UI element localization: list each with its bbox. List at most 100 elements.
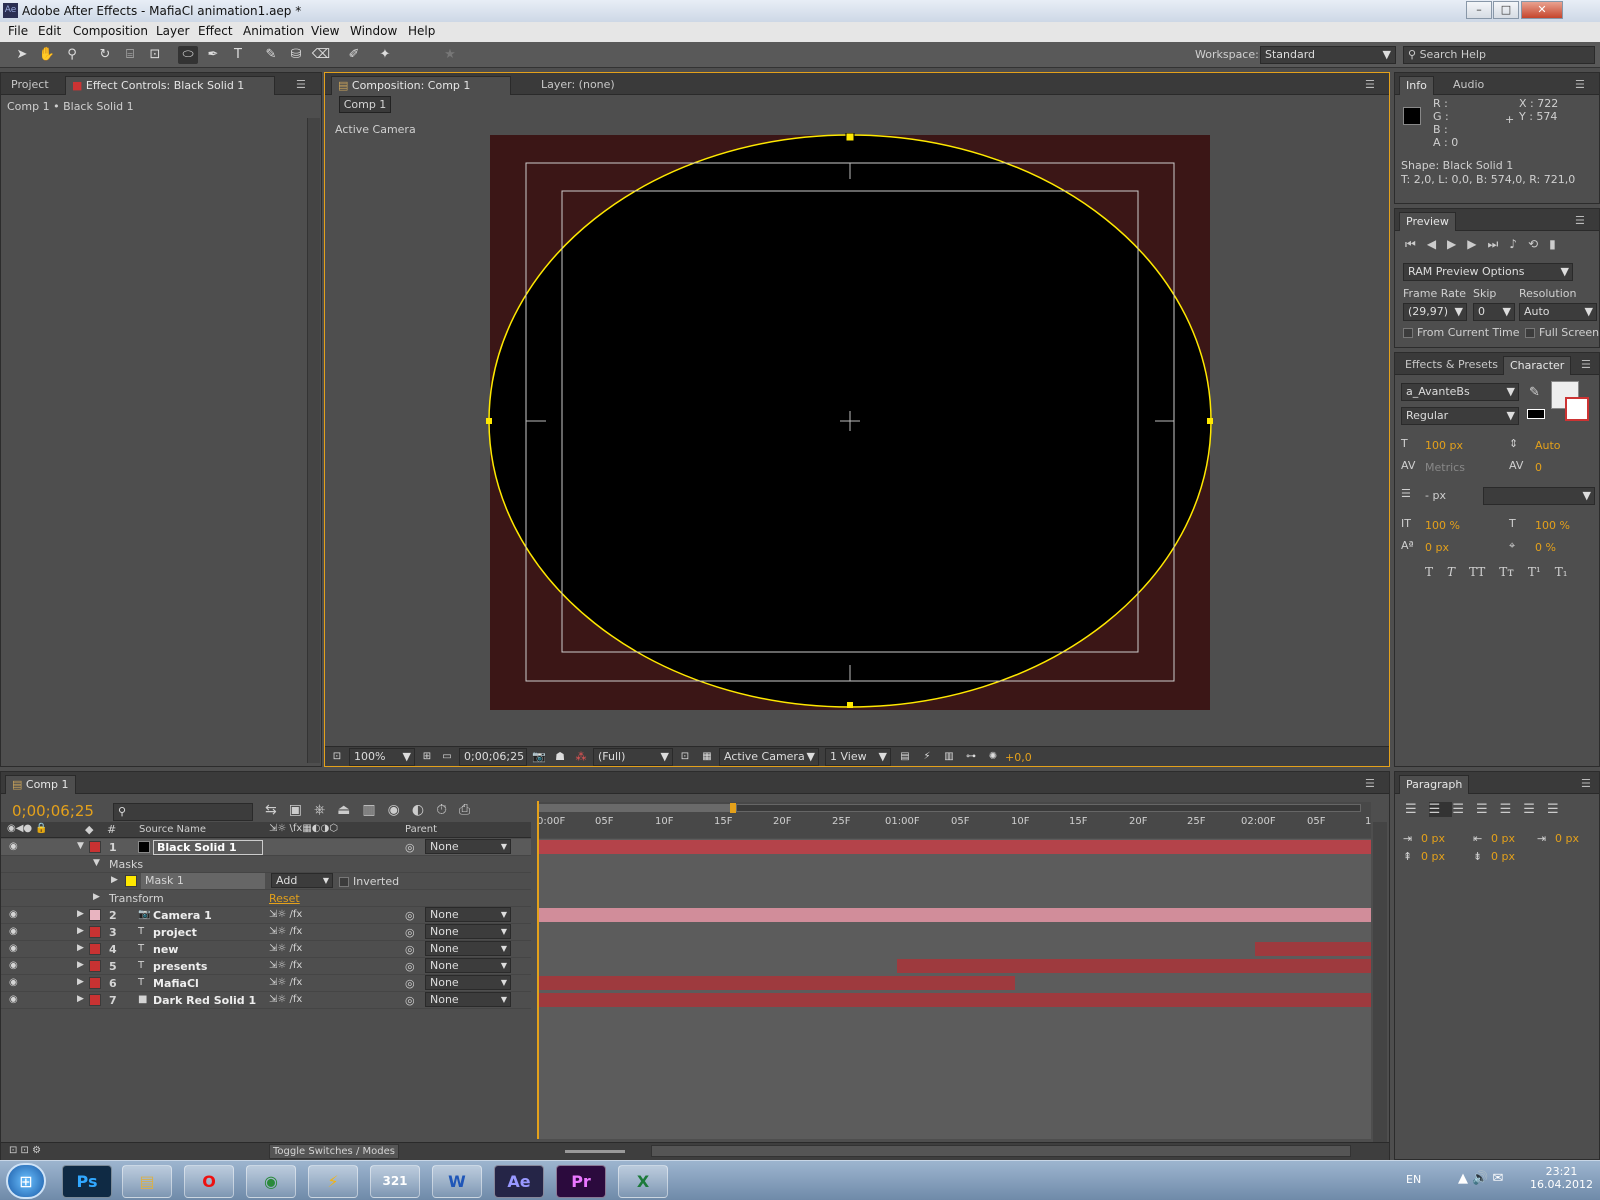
layer-search-input[interactable]: ⚲ <box>113 803 253 821</box>
font-family-select[interactable]: a_AvanteBs ▼ <box>1401 383 1519 401</box>
channel-icon[interactable]: ⁂ <box>571 748 591 766</box>
layer-row-2[interactable]: ◉ ▶ 2 📷 Camera 1 ⇲☼ /fx ◎ None ▼ <box>1 907 531 924</box>
eye-icon[interactable]: ◉ <box>9 841 18 852</box>
view-layout-select[interactable]: 1 View ▼ <box>825 748 891 766</box>
checkbox[interactable] <box>339 877 349 887</box>
type-tool-icon[interactable]: T <box>228 46 248 64</box>
horizontal-scale-value[interactable]: 100 % <box>1535 519 1570 532</box>
ellipse-tool-icon[interactable]: ⬭ <box>178 46 198 64</box>
zoom-tool-icon[interactable]: ⚲ <box>62 46 82 64</box>
roto-brush-tool-icon[interactable]: ✐ <box>344 46 364 64</box>
brush-tool-icon[interactable]: ✎ <box>261 46 281 64</box>
transparency-grid-icon[interactable]: ▦ <box>697 748 717 766</box>
maximize-button[interactable]: □ <box>1493 1 1519 19</box>
mask-color-swatch[interactable] <box>125 875 137 887</box>
twirl-right-icon[interactable]: ▶ <box>77 943 84 953</box>
layer-bar-5[interactable] <box>897 959 1371 973</box>
tsume-value[interactable]: 0 % <box>1535 541 1556 554</box>
start-button-icon[interactable]: ⊞ <box>6 1163 46 1199</box>
region-of-interest-icon[interactable]: ⊡ <box>675 748 695 766</box>
layer-switches[interactable]: ⇲☼ /fx <box>269 926 302 937</box>
indent-right-value[interactable]: 0 px <box>1491 832 1515 845</box>
mask-row[interactable]: ▶ Mask 1 Add ▼ Inverted <box>1 873 531 890</box>
label-color[interactable] <box>89 909 101 921</box>
subscript-button[interactable]: T₁ <box>1555 565 1568 579</box>
after-effects-taskbar-icon[interactable]: Ae <box>494 1165 544 1198</box>
twirl-right-icon[interactable]: ▶ <box>77 926 84 936</box>
eye-icon[interactable]: ◉ <box>9 909 18 920</box>
parent-select[interactable]: None ▼ <box>425 975 511 990</box>
twirl-right-icon[interactable]: ▶ <box>77 977 84 987</box>
last-frame-icon[interactable]: ⏭ <box>1488 237 1510 251</box>
layer-bar-2[interactable] <box>539 908 1371 922</box>
eye-icon[interactable]: ◉ <box>9 943 18 954</box>
layer-name[interactable]: Dark Red Solid 1 <box>153 994 256 1007</box>
layer-name[interactable]: Black Solid 1 <box>153 840 263 855</box>
menu-edit[interactable]: Edit <box>38 24 61 38</box>
mask-vertex[interactable] <box>847 702 853 708</box>
language-indicator[interactable]: EN <box>1406 1173 1421 1186</box>
frame-blending-icon[interactable]: ⏏ <box>337 802 362 818</box>
time-ruler[interactable]: 0:00F 05F 10F 15F 20F 25F 01:00F 05F 10F… <box>537 802 1371 838</box>
excel-taskbar-icon[interactable]: X <box>618 1165 668 1198</box>
frame-rate-select[interactable]: (29,97) ▼ <box>1403 303 1467 321</box>
twirl-right-icon[interactable]: ▶ <box>111 875 118 885</box>
audio-icon[interactable]: ♪ <box>1509 237 1528 251</box>
twirl-right-icon[interactable]: ▶ <box>77 960 84 970</box>
toggle-pixel-aspect-icon[interactable]: ▤ <box>895 748 915 766</box>
parent-pickwhip-icon[interactable]: ◎ <box>405 926 415 939</box>
next-frame-icon[interactable]: ▶ <box>1467 237 1487 251</box>
parent-select[interactable]: None ▼ <box>425 839 511 854</box>
mask-vertex[interactable] <box>1207 418 1213 424</box>
prev-frame-icon[interactable]: ◀ <box>1427 237 1447 251</box>
tracking-value[interactable]: 0 <box>1535 461 1542 474</box>
comp-mini-flowchart-icon[interactable]: ⇆ <box>265 802 289 818</box>
parent-pickwhip-icon[interactable]: ◎ <box>405 977 415 990</box>
ram-preview-options-select[interactable]: RAM Preview Options ▼ <box>1403 263 1573 281</box>
font-size-value[interactable]: 100 px <box>1425 439 1463 452</box>
label-color[interactable] <box>89 841 101 853</box>
full-screen-checkbox[interactable]: Full Screen <box>1525 326 1599 339</box>
kerning-value[interactable]: Metrics <box>1425 461 1465 474</box>
align-center-icon[interactable]: ☰ <box>1428 802 1453 817</box>
layer-name[interactable]: project <box>153 926 197 939</box>
all-caps-button[interactable]: TT <box>1469 565 1485 579</box>
eye-icon[interactable]: ◉ <box>9 977 18 988</box>
layer-row-7[interactable]: ◉ ▶ 7 ■ Dark Red Solid 1 ⇲☼ /fx ◎ None ▼ <box>1 992 531 1009</box>
snapshot-icon[interactable]: 📷 <box>529 748 549 766</box>
minimize-button[interactable]: – <box>1466 1 1492 19</box>
menu-layer[interactable]: Layer <box>156 24 189 38</box>
premiere-taskbar-icon[interactable]: Pr <box>556 1165 606 1198</box>
justify-last-right-icon[interactable]: ☰ <box>1523 802 1547 817</box>
label-color[interactable] <box>89 960 101 972</box>
faux-italic-button[interactable]: T <box>1447 565 1455 579</box>
twirl-down-icon[interactable]: ▼ <box>93 858 100 868</box>
layer-switches[interactable]: ⇲☼ /fx <box>269 977 302 988</box>
parent-select[interactable]: None ▼ <box>425 941 511 956</box>
parent-pickwhip-icon[interactable]: ◎ <box>405 841 415 854</box>
tab-info[interactable]: Info <box>1399 76 1434 95</box>
twirl-right-icon[interactable]: ▶ <box>93 892 100 902</box>
panel-menu-icon[interactable]: ☰ <box>1575 214 1585 227</box>
from-current-time-checkbox[interactable]: From Current Time <box>1403 326 1519 339</box>
parent-pickwhip-icon[interactable]: ◎ <box>405 994 415 1007</box>
current-time-field[interactable]: 0;00;06;25 <box>459 748 527 766</box>
menu-animation[interactable]: Animation <box>243 24 304 38</box>
photoshop-taskbar-icon[interactable]: Ps <box>62 1165 112 1198</box>
stroke-width-value[interactable]: - px <box>1425 489 1446 502</box>
playhead-line[interactable] <box>537 801 539 1139</box>
checkbox[interactable] <box>1525 328 1535 338</box>
layer-bar-6[interactable] <box>539 976 1015 990</box>
checkbox[interactable] <box>1403 328 1413 338</box>
mask-mode-select[interactable]: Add ▼ <box>271 873 333 888</box>
tray-icons[interactable]: ▲ 🔊 ✉ <box>1458 1171 1503 1186</box>
vertical-scale-value[interactable]: 100 % <box>1425 519 1460 532</box>
tab-paragraph[interactable]: Paragraph <box>1399 775 1470 794</box>
baseline-shift-value[interactable]: 0 px <box>1425 541 1449 554</box>
first-frame-icon[interactable]: ⏮ <box>1405 237 1427 251</box>
close-button[interactable]: ✕ <box>1521 1 1563 19</box>
comp-viewer[interactable] <box>485 133 1225 793</box>
menu-file[interactable]: File <box>8 24 28 38</box>
menu-composition[interactable]: Composition <box>73 24 148 38</box>
mask-vertex[interactable] <box>486 418 492 424</box>
